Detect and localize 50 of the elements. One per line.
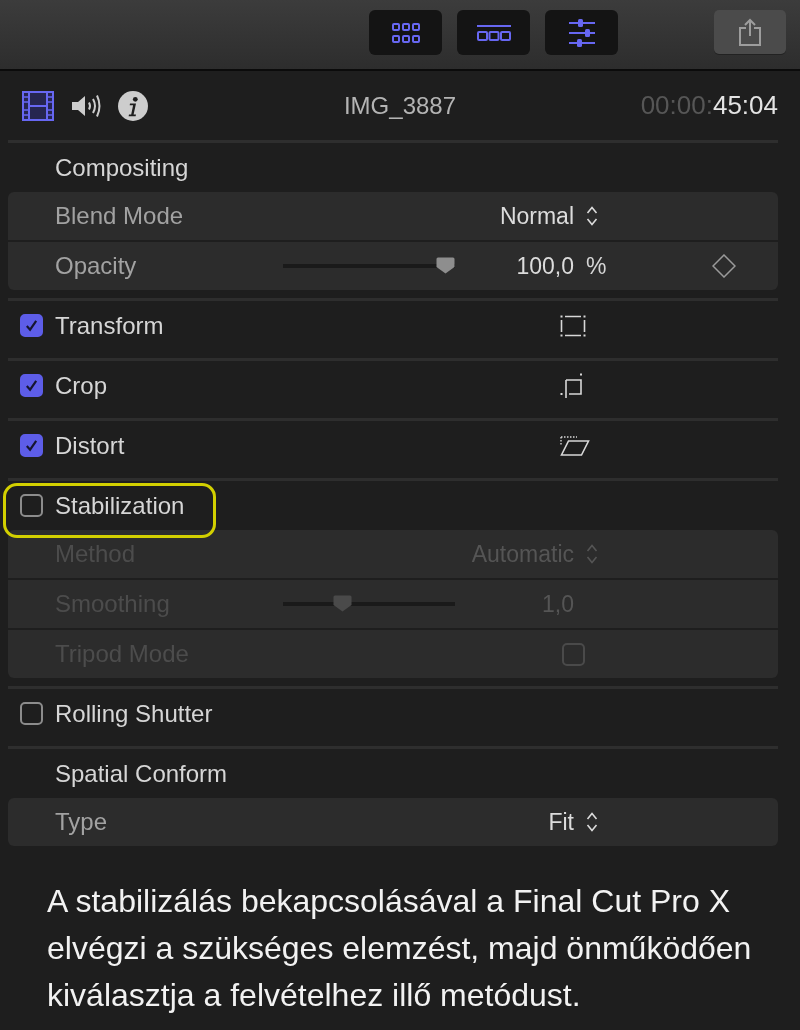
- share-button[interactable]: [714, 10, 786, 54]
- clip-title: IMG_3887: [343, 91, 457, 120]
- info-tab[interactable]: [118, 90, 148, 121]
- view-toggle-button[interactable]: [369, 10, 442, 55]
- section-title: Crop: [55, 371, 108, 400]
- parameter-label: Opacity: [55, 252, 137, 280]
- section-title: Spatial Conform: [55, 759, 228, 788]
- share-icon: [739, 18, 761, 46]
- diamond-icon: [712, 254, 736, 278]
- chevron-updown-icon: [586, 205, 598, 227]
- checkmark-icon: [24, 378, 39, 393]
- video-tab[interactable]: [22, 90, 54, 121]
- parallelogram-icon: [560, 435, 590, 456]
- caption-text: A stabilizálás bekapcsolásával a Final Cut Pro X elvégzi a szükséges elemzést, majd önműködően kiválasztja a felvételhez illő metódust.: [47, 882, 753, 1015]
- checkmark-icon: [24, 438, 39, 453]
- audio-tab[interactable]: [71, 93, 101, 118]
- checkbox[interactable]: [20, 374, 43, 397]
- section-title: Stabilization: [55, 491, 185, 520]
- checkbox[interactable]: [20, 702, 43, 725]
- checkbox[interactable]: [20, 314, 43, 337]
- value-text: 100,0: [516, 252, 574, 280]
- checkbox[interactable]: [562, 642, 585, 666]
- parameter-label: Blend Mode: [55, 202, 184, 230]
- view-toggle-button[interactable]: [545, 10, 618, 55]
- dashed-rectangle-icon: [560, 314, 586, 337]
- checkmark-icon: [24, 318, 39, 333]
- view-toggle-button[interactable]: [457, 10, 530, 55]
- section-title: Distort: [55, 431, 125, 460]
- popup-button[interactable]: Fit: [548, 808, 598, 836]
- info-icon: [118, 90, 148, 121]
- chevron-updown-icon: [586, 811, 598, 833]
- film-icon: [22, 90, 54, 121]
- filmstrip-icon: [476, 24, 511, 41]
- speaker-icon: [71, 93, 101, 118]
- section-title: Transform: [55, 311, 164, 340]
- section-title: Rolling Shutter: [55, 699, 213, 728]
- sliders-icon: [568, 18, 595, 47]
- chevron-updown-icon: [586, 543, 598, 565]
- slider-thumb[interactable]: [333, 595, 353, 612]
- parameter-label: Type: [55, 808, 108, 836]
- timecode-leading-digits: 00:00:: [640, 90, 713, 120]
- keyframe-button[interactable]: [712, 254, 736, 278]
- unit-label: %: [586, 252, 607, 280]
- popup-button[interactable]: Normal: [499, 202, 598, 230]
- slider-thumb[interactable]: [436, 257, 455, 274]
- checkbox[interactable]: [20, 494, 43, 517]
- grid-icon: [391, 22, 420, 43]
- checkbox[interactable]: [20, 434, 43, 457]
- timecode-digits: 45:04: [712, 90, 778, 120]
- section-title: Compositing: [55, 153, 189, 182]
